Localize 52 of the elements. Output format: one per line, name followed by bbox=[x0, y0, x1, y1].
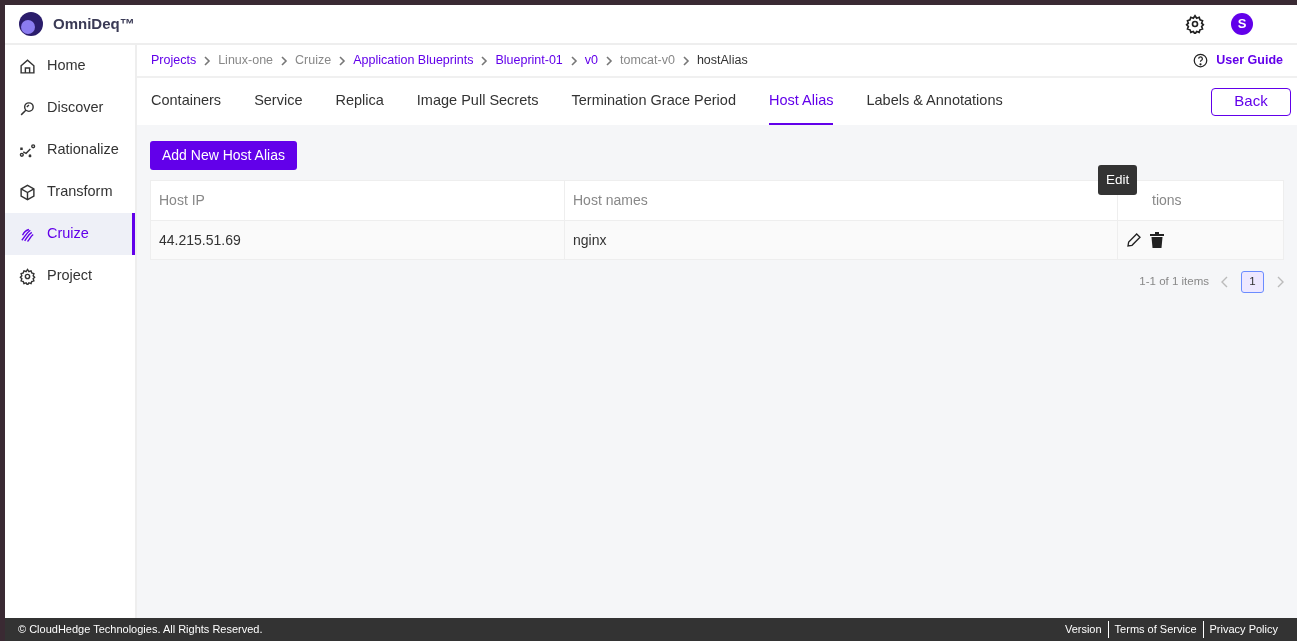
tab[interactable]: Termination Grace Period bbox=[571, 78, 736, 125]
scatter-icon bbox=[19, 141, 36, 159]
brand-name: OmniDeq™ bbox=[53, 13, 135, 34]
user-guide-link[interactable]: User Guide bbox=[1216, 51, 1283, 70]
sidebar-item[interactable]: Transform bbox=[5, 171, 135, 213]
gear-icon bbox=[19, 267, 36, 285]
breadcrumb-link[interactable]: Blueprint-01 bbox=[495, 51, 563, 70]
tab[interactable]: Image Pull Secrets bbox=[416, 78, 539, 125]
page-button[interactable]: 1 bbox=[1241, 271, 1264, 293]
footer-link[interactable]: Privacy Policy bbox=[1202, 621, 1284, 638]
edit-icon[interactable] bbox=[1126, 232, 1142, 248]
help-icon bbox=[1193, 53, 1209, 68]
chevron-icon bbox=[203, 55, 212, 66]
back-button[interactable]: Back bbox=[1211, 87, 1291, 116]
settings-icon[interactable] bbox=[1185, 14, 1205, 34]
tab[interactable]: Containers bbox=[151, 78, 222, 125]
chevron-icon bbox=[280, 55, 289, 66]
breadcrumb-link[interactable]: Application Blueprints bbox=[353, 51, 474, 70]
chevron-icon bbox=[480, 55, 489, 66]
footer-link[interactable]: Terms of Service bbox=[1107, 621, 1203, 638]
pagination-summary: 1-1 of 1 items bbox=[1139, 274, 1209, 290]
sidebar-item[interactable]: Cruize bbox=[5, 213, 135, 255]
tab[interactable]: Host Alias bbox=[768, 78, 834, 125]
tab[interactable]: Labels & Annotations bbox=[866, 78, 1003, 125]
chevron-icon bbox=[338, 55, 347, 66]
cube-icon bbox=[19, 183, 36, 201]
copyright-text: © CloudHedge Technologies. All Rights Reserved. bbox=[18, 622, 263, 638]
column-header: tions bbox=[1151, 191, 1183, 210]
table-cell: nginx bbox=[565, 221, 1118, 259]
footer-link[interactable]: Version bbox=[1058, 621, 1108, 638]
breadcrumb-link[interactable]: v0 bbox=[584, 51, 598, 70]
chevron-icon bbox=[569, 55, 578, 66]
add-host-alias-button[interactable]: Add New Host Alias bbox=[150, 141, 297, 170]
sidebar-item[interactable]: Rationalize bbox=[5, 129, 135, 171]
chevron-icon bbox=[605, 55, 613, 66]
home-icon bbox=[19, 57, 36, 75]
breadcrumb-item: Cruize bbox=[295, 52, 332, 70]
logo-icon bbox=[19, 12, 43, 36]
sidebar-item[interactable]: Project bbox=[5, 255, 135, 297]
chevron-icon bbox=[681, 55, 690, 66]
delete-icon[interactable] bbox=[1150, 232, 1164, 248]
sidebar-item[interactable]: Home bbox=[5, 45, 135, 87]
table-cell: 44.215.51.69 bbox=[151, 221, 565, 259]
tab[interactable]: Replica bbox=[335, 78, 384, 125]
tab[interactable]: Service bbox=[254, 78, 303, 125]
breadcrumb-item: tomcat-v0 bbox=[620, 52, 675, 70]
user-avatar[interactable]: S bbox=[1231, 13, 1253, 35]
magnifier-icon bbox=[19, 99, 36, 117]
sidebar-item[interactable]: Discover bbox=[5, 87, 135, 129]
breadcrumb-link[interactable]: Projects bbox=[151, 51, 197, 70]
breadcrumb-item: hostAlias bbox=[696, 52, 748, 70]
breadcrumb-item: Linux-one bbox=[218, 52, 274, 70]
